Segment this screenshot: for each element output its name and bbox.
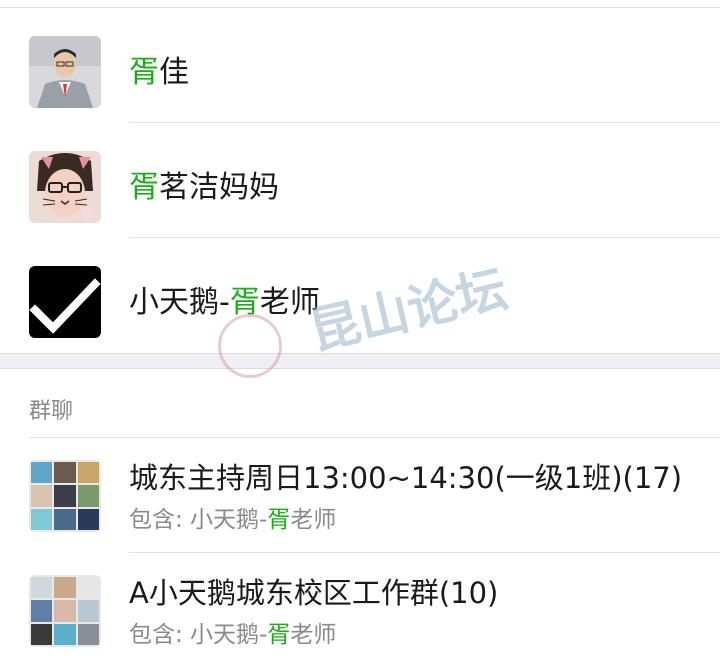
section-title: 群聊 — [29, 399, 74, 424]
name-prefix: 小天鹅- — [129, 285, 230, 320]
name-highlight: 胥 — [229, 285, 260, 320]
man-portrait-icon — [29, 36, 101, 108]
match-rest: 老师 — [290, 507, 337, 533]
avatar — [29, 151, 101, 223]
contact-name: 胥茗洁妈妈 — [129, 168, 279, 208]
group-avatar — [29, 575, 101, 647]
name-rest: 老师 — [259, 285, 320, 320]
woman-cat-filter-icon — [29, 151, 101, 223]
name-highlight: 胥 — [129, 55, 159, 90]
contact-name: 胥佳 — [129, 53, 189, 93]
avatar — [29, 266, 101, 338]
avatar — [29, 36, 101, 108]
contact-name: 小天鹅-胥老师 — [129, 283, 320, 323]
contact-row-3[interactable]: 小天鹅-胥老师 — [0, 238, 720, 353]
name-highlight: 胥 — [129, 170, 159, 205]
match-prefix: 包含: 小天鹅- — [129, 622, 268, 648]
match-highlight: 胥 — [267, 507, 291, 533]
checkmark-icon — [29, 266, 101, 338]
group-match: 包含: 小天鹅-胥老师 — [129, 620, 336, 650]
group-row-1[interactable]: 城东主持周日13:00~14:30(一级1班)(17) 包含: 小天鹅-胥老师 — [0, 438, 720, 553]
section-separator — [0, 353, 720, 369]
group-avatar — [29, 460, 101, 532]
group-name: A小天鹅城东校区工作群(10) — [129, 576, 499, 610]
match-highlight: 胥 — [267, 622, 291, 648]
name-rest: 佳 — [159, 55, 189, 90]
contact-row-2[interactable]: 胥茗洁妈妈 — [0, 123, 720, 238]
match-prefix: 包含: 小天鹅- — [129, 507, 268, 533]
match-rest: 老师 — [290, 622, 337, 648]
contact-row-1[interactable]: 胥佳 — [0, 8, 720, 123]
group-match: 包含: 小天鹅-胥老师 — [129, 505, 336, 535]
name-rest: 茗洁妈妈 — [159, 170, 279, 205]
group-name: 城东主持周日13:00~14:30(一级1班)(17) — [129, 461, 683, 495]
group-row-2[interactable]: A小天鹅城东校区工作群(10) 包含: 小天鹅-胥老师 — [0, 553, 720, 665]
